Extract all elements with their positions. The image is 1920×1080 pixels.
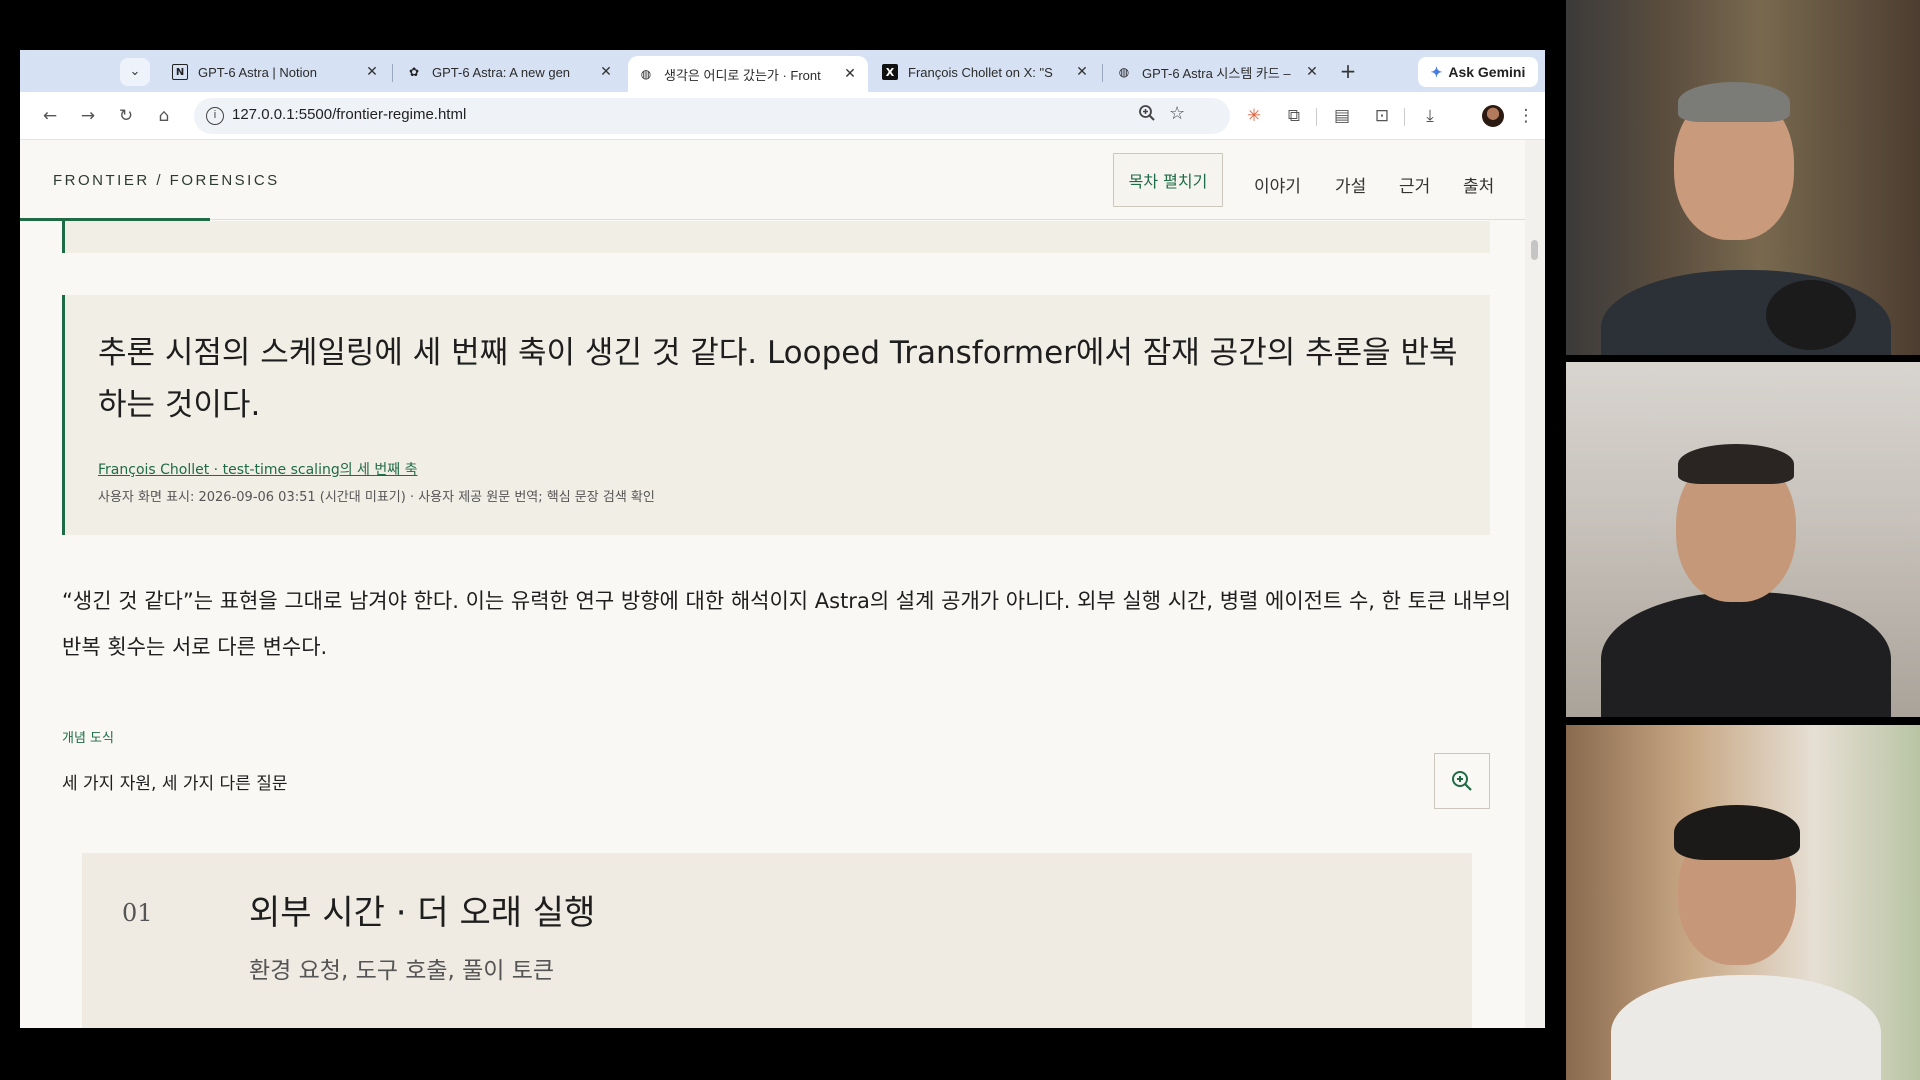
tab-bar: ⌄ N GPT-6 Astra | Notion ✕ ✿ GPT-6 Astra… [20,50,1545,92]
zoom-in-icon [1452,771,1472,791]
nav-link-evidence[interactable]: 근거 [1399,172,1430,197]
site-brand[interactable]: FRONTIER / FORENSICS [53,172,280,189]
notion-icon: N [172,64,188,80]
tab-title: GPT-6 Astra | Notion [198,64,317,80]
extensions-puzzle-icon[interactable]: ⧉ [1280,102,1308,130]
kebab-menu-icon[interactable]: ⋮ [1512,102,1540,130]
toolbar-divider [1316,108,1317,126]
tab-divider [392,64,393,82]
tab-title: GPT-6 Astra: A new gen [432,64,571,80]
tab-title: 생각은 어디로 갔는가 · Front [664,67,821,83]
tab-openai[interactable]: ✿ GPT-6 Astra: A new gen ✕ [396,56,624,88]
participant-hair [1678,82,1790,122]
participant-hair [1674,805,1800,860]
address-bar[interactable]: i 127.0.0.1:5500/frontier-regime.html ☆ [194,98,1230,134]
scrollbar-thumb[interactable] [1531,240,1538,260]
web-page: FRONTIER / FORENSICS 목차 펼치기 이야기 가설 근거 출처… [20,140,1525,1028]
browser-toolbar: ← → ↻ ⌂ i 127.0.0.1:5500/frontier-regime… [20,92,1545,140]
site-info-icon[interactable]: i [206,107,224,125]
ask-gemini-button[interactable]: ✦ Ask Gemini [1418,57,1538,87]
quote-source-link[interactable]: François Chollet · test-time scaling의 세 … [98,459,417,479]
nav-link-story[interactable]: 이야기 [1254,172,1301,197]
tab-active-frontier[interactable]: ◍ 생각은 어디로 갔는가 · Front ✕ [628,56,868,92]
figure-zoom-button[interactable] [1434,753,1490,809]
figure-title: 세 가지 자원, 세 가지 다른 질문 [62,774,288,794]
close-icon[interactable]: ✕ [364,64,380,80]
claude-extension-icon[interactable]: ✳ [1240,102,1268,130]
video-tile-participant-2[interactable] [1566,362,1920,717]
site-header: FRONTIER / FORENSICS 목차 펼치기 이야기 가설 근거 출처 [20,140,1525,221]
close-icon[interactable]: ✕ [598,64,614,80]
toc-toggle-button[interactable]: 목차 펼치기 [1113,153,1223,207]
resource-card-01: 01 외부 시간 · 더 오래 실행 환경 요청, 도구 호출, 풀이 토큰 [82,853,1472,1028]
quote-block: 추론 시점의 스케일링에 세 번째 축이 생긴 것 같다. Looped Tra… [62,295,1490,535]
participant-hair [1678,444,1794,484]
microphone [1766,280,1856,350]
screenshot-lens-icon[interactable]: ⊡ [1368,102,1396,130]
page-scrollbar[interactable] [1525,140,1545,1028]
close-icon[interactable]: ✕ [1304,64,1320,80]
tab-system-card[interactable]: ◍ GPT-6 Astra 시스템 카드 – ✕ [1106,56,1330,88]
quote-text: 추론 시점의 스케일링에 세 번째 축이 생긴 것 같다. Looped Tra… [98,335,1458,423]
download-icon[interactable]: ⤓ [1416,102,1444,130]
reading-mode-icon[interactable]: ▤ [1328,102,1356,130]
profile-avatar[interactable] [1482,105,1504,127]
tab-notion[interactable]: N GPT-6 Astra | Notion ✕ [162,56,390,88]
home-icon[interactable]: ⌂ [150,102,178,130]
quote-meta: 사용자 화면 표시: 2026-09-06 03:51 (시간대 미표기) · … [98,490,655,505]
bookmark-star-icon[interactable]: ☆ [1169,103,1185,124]
close-icon[interactable]: ✕ [1074,64,1090,80]
tab-divider [1102,64,1103,82]
ask-gemini-label: Ask Gemini [1448,64,1526,80]
participant-body [1611,975,1881,1080]
url-text[interactable]: 127.0.0.1:5500/frontier-regime.html [232,106,466,123]
tab-x-chollet[interactable]: X François Chollet on X: "S ✕ [872,56,1100,88]
screen: ⌄ N GPT-6 Astra | Notion ✕ ✿ GPT-6 Astra… [0,0,1920,1080]
body-paragraph: “생긴 것 같다”는 표현을 그대로 남겨야 한다. 이는 유력한 연구 방향에… [62,589,1511,659]
globe-icon: ◍ [640,67,652,81]
forward-arrow-icon[interactable]: → [74,102,102,130]
new-tab-plus-icon[interactable]: + [1334,58,1362,86]
tab-search-chevron-down-icon[interactable]: ⌄ [120,58,150,86]
nav-link-hypothesis[interactable]: 가설 [1335,172,1366,197]
close-icon[interactable]: ✕ [842,66,858,82]
x-icon: X [882,64,898,80]
globe-icon: ◍ [1118,65,1130,79]
toolbar-divider [1404,108,1405,126]
card-subtitle: 환경 요청, 도구 호출, 풀이 토큰 [249,958,555,984]
tab-title: GPT-6 Astra 시스템 카드 – [1142,65,1291,81]
zoom-magnifier-icon[interactable] [1138,104,1156,126]
video-tile-participant-1[interactable] [1566,0,1920,355]
previous-quote-block [62,221,1490,253]
browser-window: ⌄ N GPT-6 Astra | Notion ✕ ✿ GPT-6 Astra… [20,50,1545,1028]
back-arrow-icon[interactable]: ← [36,102,64,130]
participant-body [1601,592,1891,717]
tab-title: François Chollet on X: "S [908,64,1053,80]
nav-link-sources[interactable]: 출처 [1463,172,1494,197]
reload-icon[interactable]: ↻ [112,102,140,130]
gemini-sparkle-icon: ✦ [1430,63,1443,80]
card-number: 01 [122,899,153,927]
card-title: 외부 시간 · 더 오래 실행 [249,893,596,933]
openai-icon: ✿ [408,65,420,79]
video-tile-participant-3[interactable] [1566,725,1920,1080]
figure-label: 개념 도식 [62,731,114,746]
